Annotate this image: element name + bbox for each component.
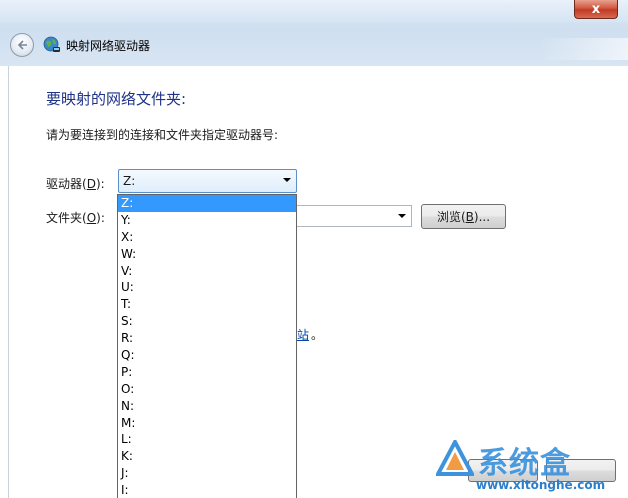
window-chrome xyxy=(0,0,628,66)
folder-label: 文件夹(O): xyxy=(46,209,105,226)
drive-option-k[interactable]: K: xyxy=(118,448,296,465)
browse-label-prefix: 浏览( xyxy=(436,210,466,224)
back-button[interactable] xyxy=(10,33,34,57)
chevron-down-icon[interactable] xyxy=(398,214,406,218)
watermark-url: www.xitonghe.com xyxy=(476,478,606,492)
watermark: 系统盒 www.xitonghe.com xyxy=(436,438,626,496)
wizard-title: 映射网络驱动器 xyxy=(66,39,151,53)
watermark-logo-icon xyxy=(436,440,474,476)
drive-select-value: Z: xyxy=(123,174,136,188)
folder-label-accesskey: O xyxy=(86,211,97,225)
drive-label-accesskey: D xyxy=(86,177,96,191)
drive-option-o[interactable]: O: xyxy=(118,381,296,398)
drive-option-i[interactable]: I: xyxy=(118,482,296,498)
drive-label-suffix: ): xyxy=(95,177,105,191)
drive-option-j[interactable]: J: xyxy=(118,465,296,482)
drive-option-t[interactable]: T: xyxy=(118,296,296,313)
network-globe-icon xyxy=(43,36,60,52)
instruction-text: 请为要连接到的连接和文件夹指定驱动器号: xyxy=(46,128,279,142)
folder-label-prefix: 文件夹( xyxy=(46,211,87,225)
watermark-text: 系统盒 xyxy=(478,446,571,481)
drive-option-u[interactable]: U: xyxy=(118,279,296,296)
drive-option-l[interactable]: L: xyxy=(118,431,296,448)
drive-option-v[interactable]: V: xyxy=(118,263,296,280)
title-bar xyxy=(0,0,628,22)
website-link[interactable]: 站 xyxy=(297,326,309,343)
link-period: 。 xyxy=(311,328,324,342)
close-icon: x xyxy=(591,1,601,17)
page-heading: 要映射的网络文件夹: xyxy=(46,90,187,108)
close-button[interactable]: x xyxy=(574,0,618,19)
drive-option-q[interactable]: Q: xyxy=(118,347,296,364)
drive-option-w[interactable]: W: xyxy=(118,246,296,263)
chrome-highlight xyxy=(540,38,628,60)
drive-option-s[interactable]: S: xyxy=(118,313,296,330)
drive-label-prefix: 驱动器( xyxy=(46,177,87,191)
drive-option-r[interactable]: R: xyxy=(118,330,296,347)
drive-label: 驱动器(D): xyxy=(46,175,105,192)
browse-label-suffix: )... xyxy=(473,209,491,224)
drive-dropdown-list[interactable]: Z: Y: X: W: V: U: T: S: R: Q: P: O: N: M… xyxy=(117,194,297,498)
back-arrow-icon xyxy=(17,40,27,50)
folder-combobox[interactable] xyxy=(297,205,412,227)
drive-option-n[interactable]: N: xyxy=(118,398,296,415)
drive-option-z[interactable]: Z: xyxy=(118,195,296,212)
chevron-down-icon[interactable] xyxy=(283,178,291,182)
drive-option-m[interactable]: M: xyxy=(118,415,296,432)
browse-button[interactable]: 浏览(B)... xyxy=(421,204,506,229)
drive-option-p[interactable]: P: xyxy=(118,364,296,381)
drive-option-x[interactable]: X: xyxy=(118,229,296,246)
browse-label-accesskey: B xyxy=(465,209,474,224)
folder-label-suffix: ): xyxy=(96,211,105,225)
drive-option-y[interactable]: Y: xyxy=(118,212,296,229)
drive-select[interactable]: Z: xyxy=(118,169,297,193)
